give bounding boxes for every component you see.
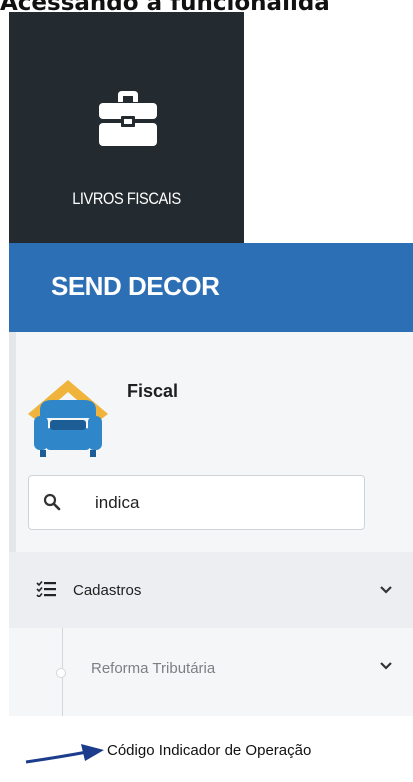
company-banner: SEND DECOR [9, 243, 413, 332]
menu-group-cadastros[interactable]: Cadastros [9, 552, 413, 628]
list-checks-icon [36, 581, 56, 597]
search-icon [43, 493, 61, 511]
sidebar-panel: Fiscal Cadastros Reforma Tributária [9, 332, 413, 782]
menu-item-label: Código Indicador de Operação [107, 742, 312, 759]
menu-item-codigo-indicador[interactable]: Código Indicador de Operação [9, 716, 413, 782]
livros-fiscais-tile[interactable]: LIVROS FISCAIS [9, 12, 244, 243]
panel-border [9, 332, 16, 552]
submenu-reforma-tributaria[interactable]: Reforma Tributária [91, 660, 215, 677]
tile-label: LIVROS FISCAIS [72, 189, 181, 208]
module-title: Fiscal [127, 381, 179, 401]
search-field[interactable] [28, 475, 365, 530]
chevron-down-icon[interactable] [380, 662, 392, 670]
tree-node-dot [56, 668, 66, 678]
search-input[interactable] [95, 489, 345, 517]
company-name: SEND DECOR [51, 271, 220, 301]
menu-group-label: Cadastros [73, 582, 142, 599]
briefcase-icon [99, 91, 157, 146]
arrow-right-icon [25, 744, 104, 764]
armchair-house-icon [28, 380, 108, 457]
chevron-down-icon [380, 586, 392, 594]
